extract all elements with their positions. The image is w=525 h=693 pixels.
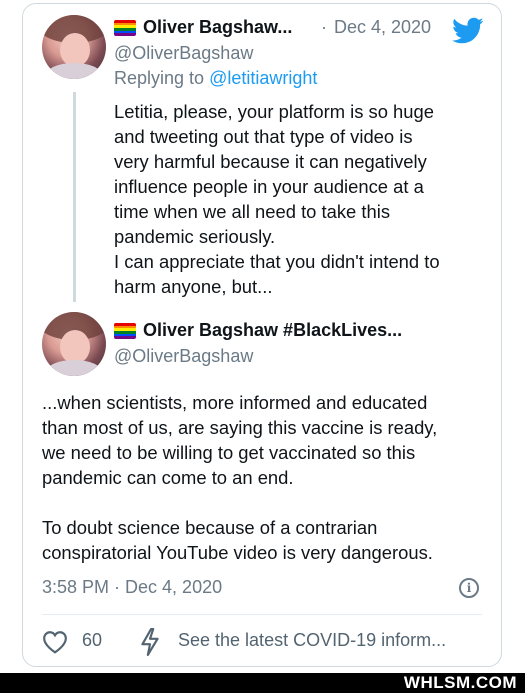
rainbow-flag-icon: [114, 323, 136, 339]
tweet-text-line: than most of us, are saying this vaccine…: [42, 417, 438, 438]
avatar[interactable]: [42, 312, 106, 376]
divider: [42, 614, 482, 615]
tweet-text-line: To doubt science because of a contrarian: [42, 517, 378, 538]
lightning-bolt-icon[interactable]: [138, 628, 162, 656]
tweet-text: ...when scientists, more informed and ed…: [42, 390, 437, 565]
tweet-text-line: and tweeting out that type of video is: [114, 126, 413, 147]
watermark-bar: WHLSM.COM: [0, 673, 525, 693]
tweet-text-line: pandemic seriously.: [114, 226, 276, 247]
display-name[interactable]: Oliver Bagshaw #BlackLives...: [143, 320, 402, 341]
info-icon[interactable]: i: [459, 578, 479, 598]
tweet-text: Letitia, please, your platform is so hug…: [114, 99, 440, 299]
tweet-text-line: ...when scientists, more informed and ed…: [42, 392, 428, 413]
twitter-bird-icon[interactable]: [452, 17, 484, 45]
tweet-date[interactable]: Dec 4, 2020: [334, 17, 431, 38]
user-handle[interactable]: @OliverBagshaw: [114, 346, 253, 367]
avatar[interactable]: [42, 15, 106, 79]
tweet-text-line: conspiratorial YouTube video is very dan…: [42, 542, 433, 563]
tweet-text-line: time when we all need to take this: [114, 201, 391, 222]
replying-to-link[interactable]: @letitiawright: [209, 68, 317, 88]
tweet-text-line: influence people in your audience at a: [114, 176, 424, 197]
heart-icon[interactable]: [42, 630, 68, 654]
user-handle[interactable]: @OliverBagshaw: [114, 43, 253, 64]
display-name[interactable]: Oliver Bagshaw...: [143, 17, 292, 38]
like-count[interactable]: 60: [82, 630, 102, 651]
tweet-text-line: I can appreciate that you didn't intend …: [114, 251, 440, 272]
tweet-text-line: pandemic can come to an end.: [42, 467, 294, 488]
rainbow-flag-icon: [114, 20, 136, 36]
covid-info-link[interactable]: See the latest COVID-19 inform...: [178, 630, 446, 651]
tweet-timestamp[interactable]: 3:58 PM · Dec 4, 2020: [42, 577, 222, 598]
tweet-text-line: Letitia, please, your platform is so hug…: [114, 101, 434, 122]
replying-to: Replying to @letitiawright: [114, 68, 317, 89]
tweet-text-line: very harmful because it can negatively: [114, 151, 427, 172]
watermark-text: WHLSM.COM: [403, 673, 517, 692]
thread-connector: [73, 92, 76, 302]
tweet-text-line: we need to be willing to get vaccinated …: [42, 442, 416, 463]
replying-prefix: Replying to: [114, 68, 205, 88]
tweet-text-line: harm anyone, but...: [114, 276, 273, 297]
separator-dot: ·: [321, 17, 327, 37]
